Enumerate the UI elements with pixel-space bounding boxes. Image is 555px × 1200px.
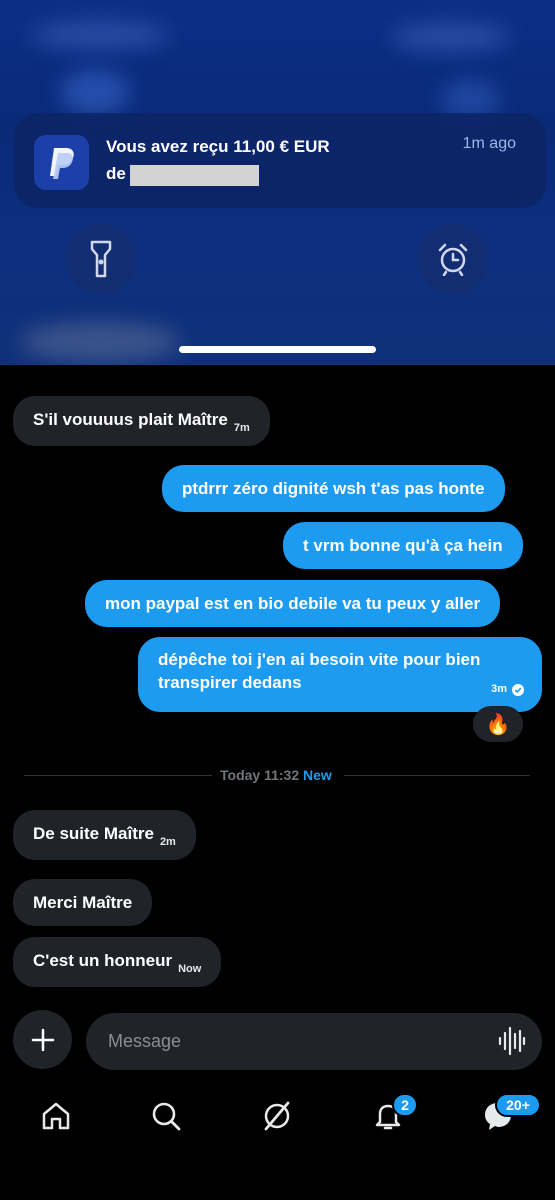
message-text: Merci Maître — [33, 893, 133, 912]
new-messages-divider: Today 11:32 New — [220, 767, 332, 783]
message-time: 2m — [159, 836, 176, 848]
notifications-count: 2 — [401, 1097, 409, 1113]
tab-grok[interactable] — [257, 1096, 297, 1136]
reaction-badge[interactable]: 🔥 — [473, 706, 523, 742]
voice-wave-icon[interactable] — [498, 1026, 526, 1056]
search-icon — [152, 1102, 181, 1131]
notification-sender-label: de — [106, 164, 126, 183]
message-outgoing[interactable]: dépêche toi j'en ai besoin vite pour bie… — [138, 637, 542, 712]
message-text: De suite Maître — [33, 824, 154, 843]
flashlight-icon — [90, 240, 112, 278]
message-incoming[interactable]: Merci Maître — [13, 879, 153, 926]
message-text-line: dépêche toi j'en ai besoin vite pour bie… — [158, 650, 481, 669]
add-attachment-button[interactable] — [13, 1010, 72, 1069]
message-input[interactable] — [86, 1013, 542, 1070]
blurred-background — [60, 70, 130, 115]
redacted-sender — [130, 165, 259, 186]
read-check-icon — [512, 683, 524, 696]
flashlight-button[interactable] — [66, 224, 136, 294]
message-incoming[interactable]: S'il vouuuus plait Maître 7m — [13, 396, 270, 446]
message-time: 3m — [491, 683, 507, 695]
notification-overlay: Vous avez reçu 11,00 € EUR de 1m ago — [0, 0, 555, 365]
blurred-background — [390, 22, 510, 52]
notification-title: Vous avez reçu 11,00 € EUR — [106, 137, 330, 156]
blurred-background — [30, 20, 170, 50]
divider-line — [344, 775, 530, 776]
grok-icon — [264, 1101, 290, 1131]
message-outgoing[interactable]: ptdrrr zéro dignité wsh t'as pas honte — [162, 465, 505, 512]
divider-label: Today 11:32 — [220, 767, 300, 783]
message-text-line: transpirer dedans — [158, 673, 302, 692]
message-outgoing[interactable]: t vrm bonne qu'à ça hein — [283, 522, 523, 569]
alarm-button[interactable] — [418, 224, 488, 294]
fire-reaction-icon: 🔥 — [485, 713, 511, 736]
message-text: mon paypal est en bio debile va tu peux … — [105, 594, 481, 613]
paypal-notification[interactable]: Vous avez reçu 11,00 € EUR de 1m ago — [14, 113, 546, 208]
notification-time: 1m ago — [462, 135, 516, 152]
home-icon — [42, 1102, 70, 1130]
divider-line — [24, 775, 212, 776]
message-time: 7m — [233, 422, 250, 434]
message-time: Now — [178, 963, 202, 975]
messages-count: 20+ — [506, 1097, 530, 1113]
home-indicator[interactable] — [179, 346, 376, 353]
message-outgoing[interactable]: mon paypal est en bio debile va tu peux … — [85, 580, 501, 627]
message-text: t vrm bonne qu'à ça hein — [303, 536, 503, 555]
divider-new-label: New — [303, 767, 332, 783]
tab-home[interactable] — [36, 1096, 76, 1136]
tab-search[interactable] — [146, 1096, 186, 1136]
paypal-icon — [34, 135, 89, 190]
notifications-badge: 2 — [392, 1093, 418, 1117]
blurred-background — [20, 322, 180, 362]
message-incoming[interactable]: De suite Maître 2m — [13, 810, 196, 860]
message-status: 3m — [491, 678, 524, 701]
message-text: ptdrrr zéro dignité wsh t'as pas honte — [182, 479, 485, 498]
message-text: S'il vouuuus plait Maître — [33, 410, 228, 429]
message-text: C'est un honneur — [33, 951, 173, 970]
plus-icon — [31, 1028, 54, 1051]
messages-badge: 20+ — [495, 1093, 541, 1117]
message-incoming[interactable]: C'est un honneur Now — [13, 937, 222, 987]
alarm-icon — [438, 243, 468, 276]
